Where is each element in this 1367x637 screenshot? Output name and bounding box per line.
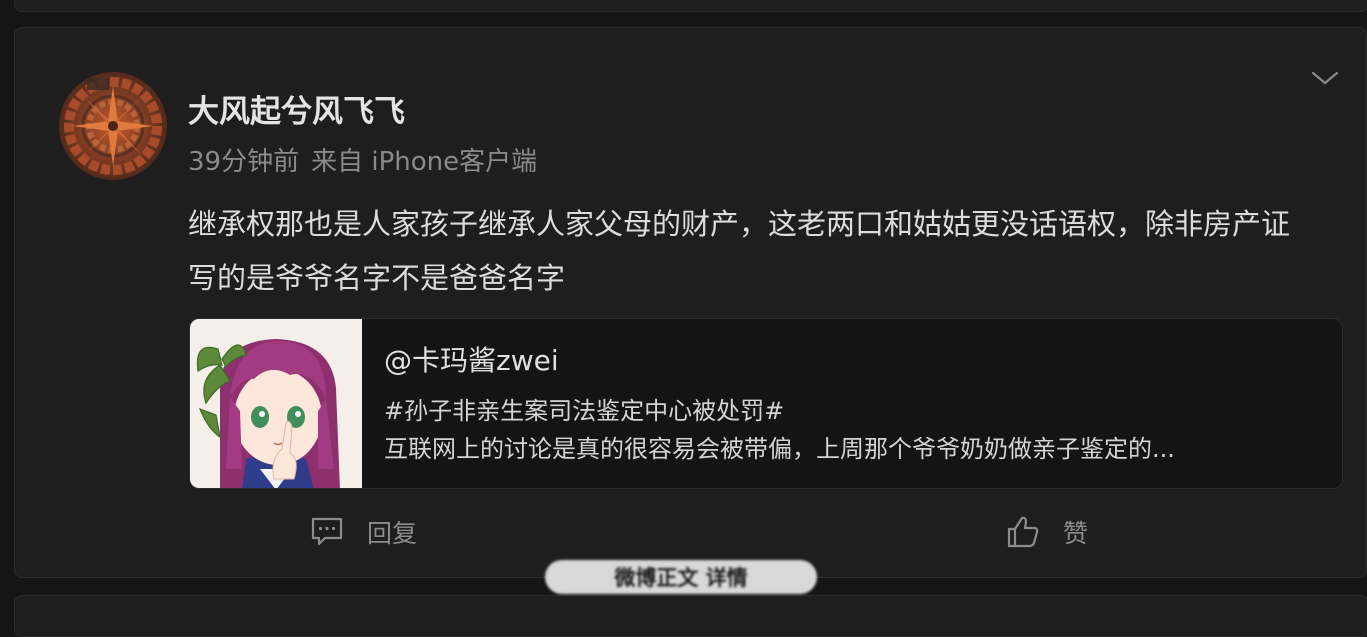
like-button[interactable]: 赞 xyxy=(1005,512,1088,552)
quoted-author[interactable]: @卡玛酱zwei xyxy=(384,343,559,379)
quoted-hashtag[interactable]: #孙子非亲生案司法鉴定中心被处罚# xyxy=(384,395,784,427)
quoted-text: 互联网上的讨论是真的很容易会被带偏，上周那个爷爷奶奶做亲子鉴定的... xyxy=(384,435,1175,463)
thumbs-up-icon xyxy=(1007,516,1039,548)
quoted-post-thumbnail xyxy=(190,319,362,488)
reply-button[interactable]: 回复 xyxy=(309,512,417,552)
username[interactable]: 大风起兮风飞飞 xyxy=(188,92,405,132)
like-label: 赞 xyxy=(1063,519,1089,548)
comment-icon xyxy=(311,517,343,546)
comment-text: 继承权那也是人家孩子继承人家父母的财产，这老两口和姑姑更没话语权，除非房产证写的… xyxy=(188,207,1291,295)
avatar[interactable] xyxy=(59,72,167,180)
chevron-down-icon xyxy=(1311,71,1339,85)
avatar-image xyxy=(59,72,167,180)
toast-notification: 微博正文 详情 xyxy=(545,560,817,594)
previous-card xyxy=(14,0,1367,12)
post-meta: 39分钟前 来自 iPhone客户端 xyxy=(188,145,537,179)
comment-card: 大风起兮风飞飞 39分钟前 来自 iPhone客户端 继承权那也是人家孩子继承人家… xyxy=(14,27,1367,578)
quoted-post[interactable]: @卡玛酱zwei #孙子非亲生案司法鉴定中心被处罚# 互联网上的讨论是真的很容易… xyxy=(189,318,1343,489)
next-card xyxy=(14,595,1367,637)
reply-label: 回复 xyxy=(367,519,418,548)
source: 来自 iPhone客户端 xyxy=(311,147,538,177)
more-options-button[interactable] xyxy=(1310,68,1340,88)
timestamp: 39分钟前 xyxy=(188,147,300,177)
